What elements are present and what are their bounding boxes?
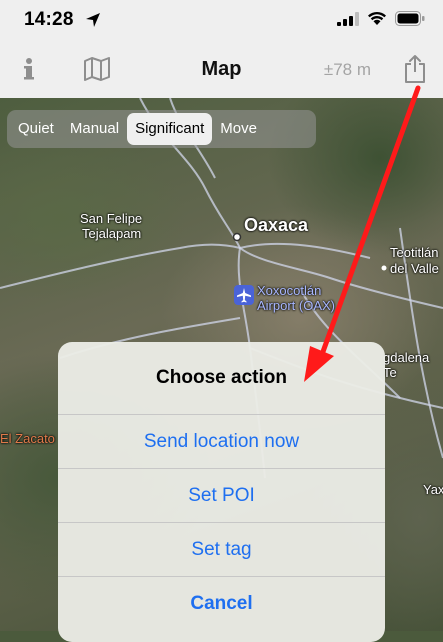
map-label-oaxaca: Oaxaca: [244, 215, 309, 235]
mode-segmented-control: Quiet Manual Significant Move: [7, 110, 316, 148]
map-label-magdalena: gdalena Te: [383, 350, 430, 380]
battery-icon: [395, 11, 425, 26]
map-label-san-felipe: San Felipe: [80, 211, 143, 226]
city-marker-icon: [232, 232, 242, 242]
map-label-tejalapam: Tejalapam: [82, 226, 142, 241]
page-title: Map: [201, 58, 242, 80]
map-label-yax: Yax: [423, 482, 443, 497]
map-label-del-valle: del Valle: [390, 261, 439, 276]
set-poi-button[interactable]: Set POI: [58, 469, 385, 523]
share-icon[interactable]: [398, 52, 432, 86]
status-time: 14:28: [24, 9, 74, 30]
action-sheet-title: Choose action: [58, 342, 385, 415]
send-location-now-button[interactable]: Send location now: [58, 415, 385, 469]
location-arrow-icon: [86, 13, 100, 27]
wifi-icon: [368, 11, 386, 25]
mode-significant[interactable]: Significant: [127, 113, 213, 145]
cancel-button[interactable]: Cancel: [58, 577, 385, 630]
action-sheet: Choose action Send location now Set POI …: [58, 342, 385, 642]
map-label-teotitlan: Teotitlán: [390, 245, 439, 260]
signal-icon: [337, 11, 359, 26]
airport-icon: [234, 285, 254, 305]
accuracy-label: ±78 m: [323, 60, 371, 79]
status-indicators: [337, 11, 425, 26]
mode-move[interactable]: Move: [212, 113, 265, 145]
mode-manual[interactable]: Manual: [62, 113, 127, 145]
town-marker-icon: [381, 265, 387, 271]
map-label-el-zacato: El Zacato: [0, 431, 55, 446]
status-bar: 14:28: [0, 0, 443, 40]
map-label-airport: Airport (OAX): [257, 298, 336, 313]
set-tag-button[interactable]: Set tag: [58, 523, 385, 577]
mode-quiet[interactable]: Quiet: [10, 113, 62, 145]
map-label-xoxocotlan: Xoxocotlán: [257, 283, 322, 298]
navigation-bar: Map ±78 m: [0, 40, 443, 99]
